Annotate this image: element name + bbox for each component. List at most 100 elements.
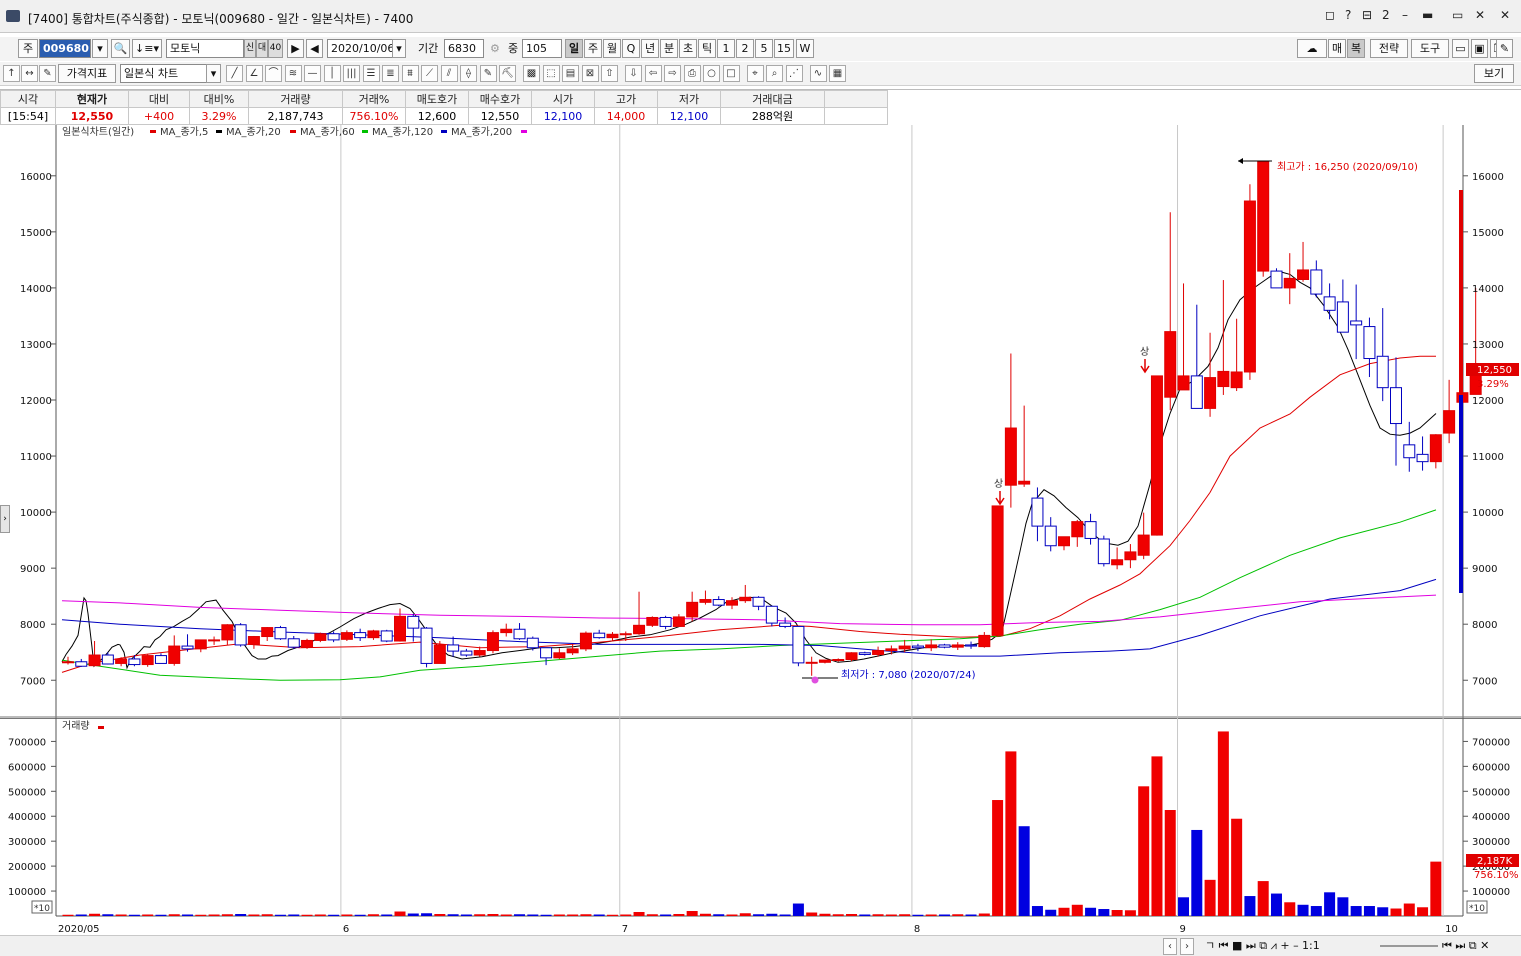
interval-year[interactable]: 년 bbox=[641, 39, 659, 58]
draw-tool-icon-11[interactable]: ⫽ bbox=[440, 65, 458, 82]
draw-tool-icon-0[interactable]: ╱ bbox=[226, 65, 243, 82]
draw-tool-icon-29[interactable]: ∿ bbox=[809, 65, 827, 82]
code-dropdown-icon[interactable]: ▾ bbox=[92, 39, 108, 58]
candle-body bbox=[75, 661, 88, 667]
draw-tool-icon-21[interactable]: ⇦ bbox=[644, 65, 662, 82]
zoom-slider[interactable] bbox=[1380, 945, 1438, 947]
interval-daily[interactable]: 일 bbox=[565, 39, 583, 58]
maximize-icon[interactable]: ✕ bbox=[1475, 8, 1485, 22]
split-icon[interactable]: – bbox=[1402, 8, 1408, 22]
draw-tool-icon-24[interactable]: ○ bbox=[703, 65, 720, 82]
interval-weekly[interactable]: 주 bbox=[584, 39, 602, 58]
arrows-horizontal-icon[interactable]: ↔ bbox=[21, 65, 38, 82]
draw-tool-icon-12[interactable]: ⟠ bbox=[460, 65, 477, 82]
arrow-up-icon[interactable]: ↑ bbox=[3, 65, 20, 82]
low-marker bbox=[811, 676, 819, 684]
draw-tool-icon-26[interactable]: ⌖ bbox=[746, 65, 764, 82]
interval-tick[interactable]: 틱 bbox=[698, 39, 716, 58]
draw-tool-icon-13[interactable]: ✎ bbox=[479, 65, 497, 82]
price-chart[interactable]: 16000 16000 15000 15000 14000 14000 13000 13000… bbox=[0, 125, 1521, 718]
candle-body bbox=[1204, 377, 1217, 409]
minimize-icon[interactable]: ▭ bbox=[1452, 8, 1463, 22]
pin-icon[interactable]: ▬ bbox=[1422, 8, 1433, 22]
draw-tool-icon-5[interactable]: │ bbox=[323, 65, 341, 82]
volume-bar bbox=[1390, 908, 1402, 916]
draw-tool-icon-19[interactable]: ⇧ bbox=[601, 65, 618, 82]
next-icon[interactable]: ▶ bbox=[287, 39, 304, 58]
nav-end-icons[interactable]: ⏮ ⏭ ⧉ ✕ bbox=[1442, 936, 1489, 955]
edit-icon[interactable]: ✎ bbox=[39, 65, 56, 82]
help-icon[interactable]: ? bbox=[1345, 8, 1351, 22]
sort-icon[interactable]: ↓≡▾ bbox=[132, 39, 162, 58]
search-icon[interactable]: 🔍 bbox=[111, 39, 130, 58]
draw-tool-icon-22[interactable]: ⇨ bbox=[664, 65, 681, 82]
draw-tool-icon-7[interactable]: ☰ bbox=[362, 65, 380, 82]
draw-tool-icon-4[interactable]: — bbox=[304, 65, 321, 82]
interval-1[interactable]: 1 bbox=[717, 39, 735, 58]
interval-2[interactable]: 2 bbox=[736, 39, 754, 58]
tools-button[interactable]: 도구 bbox=[1411, 39, 1449, 58]
code-input[interactable]: 009680 bbox=[39, 39, 91, 58]
interval-15[interactable]: 15 bbox=[774, 39, 794, 58]
draw-tool-icon-18[interactable]: ⊠ bbox=[581, 65, 599, 82]
chart-type-select[interactable]: 일본식 차트 bbox=[120, 64, 208, 83]
close-icon[interactable]: ✕ bbox=[1500, 8, 1510, 22]
candle-body bbox=[394, 615, 406, 642]
draw-tool-icon-9[interactable]: ⩩ bbox=[401, 65, 419, 82]
draw-tool-icon-10[interactable]: ⟋ bbox=[421, 65, 438, 82]
interval-5[interactable]: 5 bbox=[755, 39, 773, 58]
link-icon[interactable]: ⚙ bbox=[490, 39, 500, 58]
wrench-icon[interactable]: ✎ bbox=[1496, 39, 1513, 58]
nav-icons[interactable]: ㄱ ⏮ ■ ⏭ ⧉ ⩘ + – 1:1 bbox=[1205, 936, 1320, 955]
quote-table: 시각 현재가 대비 대비% 거래량 거래% 매도호가 매수호가 시가 고가 저가… bbox=[0, 90, 888, 125]
won-icon[interactable]: W bbox=[796, 39, 814, 58]
draw-tool-icon-15[interactable]: ▩ bbox=[523, 65, 540, 82]
market-select[interactable]: 주 bbox=[18, 39, 38, 58]
draw-tool-icon-23[interactable]: ⎙ bbox=[683, 65, 701, 82]
date-dropdown-icon[interactable]: ▾ bbox=[392, 39, 406, 58]
volume-bar bbox=[553, 914, 565, 916]
folder-open-icon[interactable]: ▭ bbox=[1452, 39, 1469, 58]
draw-tool-icon-27[interactable]: ⌕ bbox=[766, 65, 783, 82]
price-tick-label-right: 16000 bbox=[1472, 172, 1504, 183]
interval-monthly[interactable]: 월 bbox=[603, 39, 621, 58]
interval-second[interactable]: 초 bbox=[679, 39, 697, 58]
period-input[interactable]: 6830 bbox=[444, 39, 484, 58]
draw-tool-icon-28[interactable]: ⋰ bbox=[785, 65, 803, 82]
draw-tool-icon-17[interactable]: ▤ bbox=[562, 65, 579, 82]
interval-minute[interactable]: 분 bbox=[660, 39, 678, 58]
draw-tool-icon-30[interactable]: ▦ bbox=[829, 65, 846, 82]
strategy-button[interactable]: 전략 bbox=[1370, 39, 1408, 58]
draw-tool-icon-8[interactable]: ≣ bbox=[382, 65, 399, 82]
draw-tool-icon-20[interactable]: ⇩ bbox=[625, 65, 642, 82]
draw-tool-icon-25[interactable]: □ bbox=[722, 65, 740, 82]
volume-chart[interactable]: 700000 700000 600000 600000 500000 500000 4000… bbox=[0, 718, 1521, 938]
view-button[interactable]: 보기 bbox=[1474, 64, 1514, 83]
candle-body bbox=[327, 633, 340, 641]
draw-tool-icon-14[interactable]: ⛏ bbox=[499, 65, 516, 82]
draw-tool-icon-16[interactable]: ⬚ bbox=[542, 65, 560, 82]
scroll-right-icon[interactable]: › bbox=[1180, 938, 1194, 955]
layout-icon[interactable]: 2 bbox=[1382, 8, 1390, 22]
restore-icon[interactable]: ◻ bbox=[1325, 8, 1335, 22]
interval-quarter[interactable]: Q bbox=[622, 39, 640, 58]
indicator-button[interactable]: 가격지표 bbox=[58, 64, 116, 83]
draw-tool-icon-3[interactable]: ≋ bbox=[284, 65, 302, 82]
save-icon[interactable]: ▣ bbox=[1471, 39, 1488, 58]
volume-bar bbox=[1231, 818, 1243, 916]
chart-type-dropdown-icon[interactable]: ▾ bbox=[206, 64, 221, 83]
stock-name-field[interactable]: 모토닉 bbox=[166, 39, 244, 58]
draw-tool-icon-6[interactable]: ||| bbox=[343, 65, 360, 82]
multi-button[interactable]: 복 bbox=[1347, 39, 1365, 58]
count-input[interactable]: 105 bbox=[522, 39, 562, 58]
cloud-icon[interactable]: ☁ bbox=[1297, 39, 1327, 58]
tile-icon[interactable]: ⊟ bbox=[1362, 8, 1372, 22]
scroll-left-icon[interactable]: ‹ bbox=[1163, 938, 1177, 955]
draw-tool-icon-2[interactable]: ⌒ bbox=[265, 65, 282, 82]
prev-icon[interactable]: ◀ bbox=[306, 39, 323, 58]
draw-tool-icon-1[interactable]: ∠ bbox=[245, 65, 263, 82]
candle-body bbox=[818, 659, 831, 663]
date-field[interactable]: 2020/10/06 bbox=[327, 39, 394, 58]
side-collapse-button[interactable]: › bbox=[0, 505, 10, 533]
buy-button[interactable]: 매 bbox=[1328, 39, 1346, 58]
